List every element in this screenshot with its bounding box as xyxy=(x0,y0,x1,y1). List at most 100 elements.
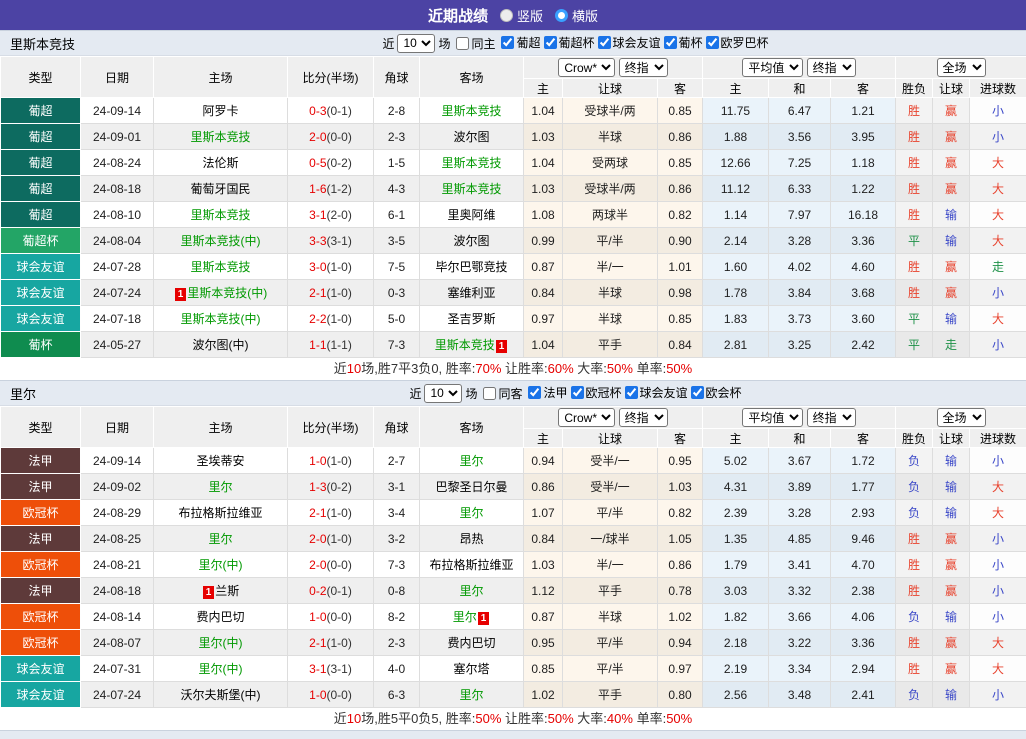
col-corner: 角球 xyxy=(374,407,420,448)
odds-away-cell: 1.03 xyxy=(658,474,703,500)
league-checkbox-input[interactable] xyxy=(691,386,704,399)
red-card-badge: 1 xyxy=(175,288,187,301)
opponent-team-name: 里奥阿维 xyxy=(447,208,495,222)
horizontal-layout-radio[interactable]: 横版 xyxy=(555,6,598,25)
games-label: 场 xyxy=(438,35,450,52)
avg-away-cell: 1.21 xyxy=(831,98,896,124)
focus-team-name: 里尔(中) xyxy=(199,558,243,572)
fulltime-score: 2-1 xyxy=(309,506,326,520)
league-checkbox[interactable]: 葡超杯 xyxy=(541,34,595,51)
average-select[interactable]: 平均值 xyxy=(742,58,803,77)
league-checkbox-input[interactable] xyxy=(598,36,611,49)
league-checkbox-input[interactable] xyxy=(528,386,541,399)
goals-result-cell: 大 xyxy=(970,500,1026,526)
away-team-cell: 里斯本竞技 xyxy=(420,176,524,202)
result-cell: 胜 xyxy=(896,176,933,202)
score-cell: 2-1(1-0) xyxy=(288,630,374,656)
filter-bar: 近 10 场 同客 法甲欧冠杯球会友谊欧会杯 xyxy=(284,384,741,403)
average-select[interactable]: 平均值 xyxy=(742,408,803,427)
same-venue-checkbox[interactable]: 同主 xyxy=(453,35,495,52)
avg-draw-cell: 3.56 xyxy=(769,124,831,150)
score-cell: 2-1(1-0) xyxy=(288,280,374,306)
away-team-cell: 里尔 xyxy=(420,578,524,604)
league-checkbox-input[interactable] xyxy=(571,386,584,399)
fulltime-score: 1-0 xyxy=(309,454,326,468)
league-checkbox[interactable]: 欧罗巴杯 xyxy=(703,34,769,51)
odds-home-cell: 1.04 xyxy=(524,150,563,176)
match-date: 24-07-31 xyxy=(81,656,154,682)
same-venue-checkbox[interactable]: 同客 xyxy=(480,385,522,402)
goals-result-cell: 小 xyxy=(970,526,1026,552)
league-checkbox[interactable]: 球会友谊 xyxy=(595,34,661,51)
avg-final-index-select[interactable]: 终指 xyxy=(807,408,856,427)
avg-draw-cell: 3.48 xyxy=(769,682,831,708)
avg-home-cell: 2.39 xyxy=(703,500,769,526)
record-summary: 近10场,胜5平0负5, 胜率:50% 让胜率:50% 大率:40% 单率:50… xyxy=(0,708,1026,730)
score-cell: 1-1(1-1) xyxy=(288,332,374,358)
league-checkbox-input[interactable] xyxy=(625,386,638,399)
away-team-cell: 费内巴切 xyxy=(420,630,524,656)
final-index-select[interactable]: 终指 xyxy=(619,58,668,77)
league-checkbox[interactable]: 葡超 xyxy=(498,34,540,51)
match-row: 葡超24-09-01里斯本竞技2-0(0-0)2-3波尔图1.03半球0.861… xyxy=(1,124,1026,150)
league-checkbox-input[interactable] xyxy=(706,36,719,49)
bookmaker-header-group: Crow* 终指 xyxy=(524,407,703,429)
odds-home-cell: 0.97 xyxy=(524,306,563,332)
home-team-cell: 里斯本竞技 xyxy=(154,254,288,280)
avg-away-cell: 9.46 xyxy=(831,526,896,552)
league-checkbox-input[interactable] xyxy=(664,36,677,49)
result-cell: 负 xyxy=(896,474,933,500)
odds-away-cell: 0.80 xyxy=(658,682,703,708)
match-type-badge: 法甲 xyxy=(1,448,81,474)
result-cell: 负 xyxy=(896,500,933,526)
fulltime-select[interactable]: 全场 xyxy=(937,408,986,427)
avg-home-cell: 1.88 xyxy=(703,124,769,150)
games-label: 场 xyxy=(465,385,477,402)
away-team-cell: 布拉格斯拉维亚 xyxy=(420,552,524,578)
recent-count-select[interactable]: 10 xyxy=(424,384,462,403)
away-team-cell: 里斯本竞技 xyxy=(420,150,524,176)
recent-count-select[interactable]: 10 xyxy=(397,34,435,53)
fulltime-select[interactable]: 全场 xyxy=(937,58,986,77)
league-checkbox[interactable]: 法甲 xyxy=(525,384,567,401)
odds-home-cell: 0.87 xyxy=(524,254,563,280)
avg-away-cell: 4.70 xyxy=(831,552,896,578)
odds-away-cell: 0.95 xyxy=(658,448,703,474)
summary-segment: 大率: xyxy=(574,711,607,726)
goals-result-cell: 大 xyxy=(970,202,1026,228)
col-home: 主场 xyxy=(154,57,288,98)
league-checkbox[interactable]: 球会友谊 xyxy=(622,384,688,401)
away-team-cell: 里斯本竞技1 xyxy=(420,332,524,358)
vertical-layout-radio[interactable]: 竖版 xyxy=(500,6,543,25)
league-checkbox[interactable]: 葡杯 xyxy=(661,34,703,51)
summary-segment: 40% xyxy=(607,711,633,726)
opponent-team-name: 阿罗卡 xyxy=(202,104,238,118)
handicap-result-cell: 输 xyxy=(933,474,970,500)
league-checkbox-input[interactable] xyxy=(544,36,557,49)
halftime-score: (0-0) xyxy=(327,610,352,624)
league-checkbox-input[interactable] xyxy=(501,36,514,49)
final-index-select[interactable]: 终指 xyxy=(619,408,668,427)
same-venue-label: 同客 xyxy=(498,385,522,402)
score-cell: 0-2(0-1) xyxy=(288,578,374,604)
avg-away-cell: 3.95 xyxy=(831,124,896,150)
odds-home-cell: 0.94 xyxy=(524,448,563,474)
avg-away-cell: 1.77 xyxy=(831,474,896,500)
avg-draw-cell: 3.34 xyxy=(769,656,831,682)
fulltime-header-group: 全场 xyxy=(896,57,1026,79)
league-checkbox[interactable]: 欧冠杯 xyxy=(568,384,622,401)
bookmaker-select[interactable]: Crow* xyxy=(558,408,615,427)
home-team-cell: 布拉格斯拉维亚 xyxy=(154,500,288,526)
same-venue-checkbox-input[interactable] xyxy=(456,37,469,50)
goals-result-cell: 大 xyxy=(970,150,1026,176)
col-type: 类型 xyxy=(1,407,81,448)
halftime-score: (2-0) xyxy=(327,208,352,222)
same-venue-checkbox-input[interactable] xyxy=(483,387,496,400)
corner-cell: 6-3 xyxy=(374,682,420,708)
league-checkbox[interactable]: 欧会杯 xyxy=(688,384,742,401)
avg-away-cell: 4.60 xyxy=(831,254,896,280)
result-cell: 负 xyxy=(896,448,933,474)
corner-cell: 3-1 xyxy=(374,474,420,500)
bookmaker-select[interactable]: Crow* xyxy=(558,58,615,77)
avg-final-index-select[interactable]: 终指 xyxy=(807,58,856,77)
